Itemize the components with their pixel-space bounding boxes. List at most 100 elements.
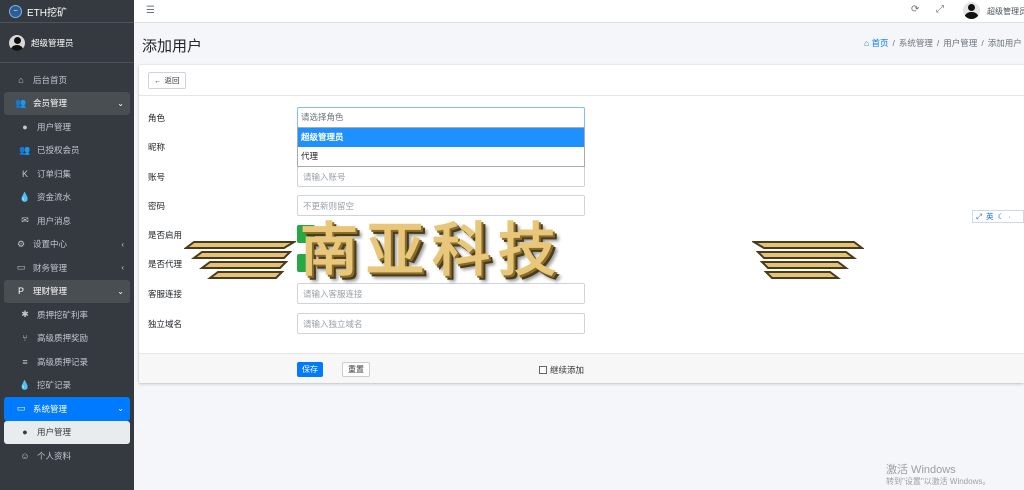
sidebar-item[interactable]: ⌂ 后台首页 bbox=[4, 68, 130, 92]
role-row: 角色 请选择角色 超级管理员 代理 bbox=[139, 107, 1024, 167]
role-label: 角色 bbox=[148, 113, 166, 123]
role-select[interactable]: 请选择角色 bbox=[297, 107, 585, 128]
back-button[interactable]: ← 返回 bbox=[148, 72, 186, 89]
account-label: 账号 bbox=[148, 172, 166, 182]
hamburger-menu-icon[interactable]: ☰ bbox=[146, 5, 155, 16]
password-row: 密码 bbox=[139, 195, 1024, 217]
smile-icon: ☺ bbox=[20, 450, 30, 461]
service-link-row: 客服连接 bbox=[139, 283, 1024, 305]
avatar bbox=[9, 34, 25, 51]
sidebar-item-label: 挖矿记录 bbox=[37, 380, 72, 391]
topbar-user-name[interactable]: 超级管理员 bbox=[987, 6, 1024, 17]
save-button[interactable]: 保存 bbox=[297, 362, 323, 377]
nickname-label: 昵称 bbox=[148, 142, 166, 152]
home-icon: ⌂ bbox=[18, 74, 24, 85]
list-icon: ≡ bbox=[22, 356, 28, 367]
content-header: 添加用户 ⌂ 首页 / 系统管理 / 用户管理 / 添加用户 bbox=[134, 23, 1024, 65]
topbar: ☰ ⟳ ⤢ 超级管理员 bbox=[134, 0, 1024, 23]
branch-icon: ⑂ bbox=[22, 333, 28, 344]
service-link-label: 客服连接 bbox=[148, 289, 183, 299]
sidebar-item[interactable]: ≡ 高级质押记录 bbox=[4, 350, 130, 374]
sidebar-item[interactable]: ⚙ 设置中心 ‹ bbox=[4, 233, 130, 257]
arrow-left-icon: ← bbox=[154, 76, 162, 85]
sidebar-item[interactable]: ● 用户管理 bbox=[4, 115, 130, 139]
sidebar-item[interactable]: ● 用户管理 bbox=[4, 420, 130, 444]
right-wing-icon bbox=[752, 241, 864, 279]
chevron-down-icon: ⌄ bbox=[117, 404, 124, 414]
fullscreen-icon[interactable]: ⤢ bbox=[936, 4, 944, 15]
sidebar-item[interactable]: 👥 已授权会员 bbox=[4, 139, 130, 163]
user-icon: ● bbox=[22, 121, 28, 132]
sidebar-item-label: 高级质押记录 bbox=[37, 356, 89, 367]
user-icon: ● bbox=[22, 427, 28, 438]
sidebar-item[interactable]: 👥 会员管理 ⌄ bbox=[4, 91, 130, 115]
continue-add-checkbox[interactable]: 继续添加 bbox=[539, 364, 584, 376]
sidebar: ~ ETH挖矿 超级管理员 ⌂ 后台首页 👥 会员管理 ⌄ ● 用户管理 👥 已授权会员 K 订单归… bbox=[0, 0, 134, 490]
role-option[interactable]: 超级管理员 bbox=[298, 128, 584, 147]
password-label: 密码 bbox=[148, 201, 166, 211]
brand-logo-icon: ~ bbox=[9, 4, 22, 18]
breadcrumb-home[interactable]: ⌂ 首页 bbox=[864, 38, 889, 48]
brand[interactable]: ~ ETH挖矿 bbox=[0, 0, 134, 23]
ime-toolbar[interactable]: ⤢ 英 ☾ · bbox=[972, 210, 1024, 223]
sidebar-item-label: 财务管理 bbox=[33, 262, 68, 273]
domain-input[interactable] bbox=[297, 313, 585, 334]
sidebar-item[interactable]: 💧 挖矿记录 bbox=[4, 374, 130, 398]
desktop-icon: ▭ bbox=[16, 403, 26, 414]
sidebar-item-label: 会员管理 bbox=[33, 98, 68, 109]
home-icon: ⌂ bbox=[864, 38, 870, 48]
sidebar-item[interactable]: ✱ 质押挖矿利率 bbox=[4, 303, 130, 327]
user-panel-name: 超级管理员 bbox=[31, 37, 74, 48]
sidebar-item[interactable]: ▭ 系统管理 ⌄ bbox=[4, 397, 130, 421]
sidebar-item[interactable]: ▭ 财务管理 ‹ bbox=[4, 256, 130, 280]
page-title: 添加用户 bbox=[142, 38, 203, 55]
account-row: 账号 bbox=[139, 166, 1024, 188]
drop-icon: 💧 bbox=[19, 191, 31, 202]
sidebar-item-label: 用户管理 bbox=[37, 121, 72, 132]
back-label: 返回 bbox=[164, 76, 180, 85]
sidebar-item[interactable]: ✉ 用户消息 bbox=[4, 209, 130, 233]
sidebar-item[interactable]: 💧 资金流水 bbox=[4, 186, 130, 210]
topbar-avatar[interactable] bbox=[963, 2, 980, 19]
role-dropdown: 超级管理员 代理 bbox=[297, 127, 585, 167]
sidebar-item-label: 高级质押奖励 bbox=[37, 333, 89, 344]
k-icon: K bbox=[21, 168, 28, 179]
moon-icon[interactable]: ☾ bbox=[998, 212, 1005, 221]
chevron-left-icon: ‹ bbox=[121, 239, 124, 249]
refresh-icon[interactable]: ⟳ bbox=[911, 4, 919, 15]
ime-expand-icon[interactable]: ⤢ bbox=[976, 212, 982, 222]
sidebar-item[interactable]: ☺ 个人资料 bbox=[4, 444, 130, 468]
drop-icon: 💧 bbox=[19, 379, 31, 390]
breadcrumb-item[interactable]: 系统管理 bbox=[899, 38, 933, 48]
breadcrumb-current: 添加用户 bbox=[987, 38, 1022, 48]
sidebar-item[interactable]: P 理财管理 ⌄ bbox=[4, 279, 130, 303]
sidebar-item[interactable]: K 订单归集 bbox=[4, 162, 130, 186]
sidebar-item-label: 质押挖矿利率 bbox=[37, 309, 89, 320]
settings-icon[interactable]: · bbox=[1008, 212, 1011, 221]
reset-button[interactable]: 重置 bbox=[342, 362, 370, 377]
enabled-label: 是否启用 bbox=[148, 230, 183, 240]
account-input[interactable] bbox=[297, 166, 585, 187]
chevron-down-icon: ⌄ bbox=[117, 98, 124, 108]
user-panel[interactable]: 超级管理员 bbox=[0, 23, 134, 63]
cogs-icon: ⚙ bbox=[16, 238, 26, 249]
windows-activate-title: 激活 Windows bbox=[886, 464, 956, 476]
breadcrumb: ⌂ 首页 / 系统管理 / 用户管理 / 添加用户 bbox=[864, 38, 1022, 48]
sidebar-item-label: 已授权会员 bbox=[37, 145, 80, 156]
sidebar-item-label: 资金流水 bbox=[37, 192, 72, 203]
card-header: ← 返回 bbox=[139, 65, 1024, 96]
role-option[interactable]: 代理 bbox=[298, 147, 584, 166]
domain-label: 独立域名 bbox=[148, 319, 183, 329]
breadcrumb-item[interactable]: 用户管理 bbox=[943, 38, 977, 48]
sidebar-item-label: 后台首页 bbox=[33, 74, 68, 85]
ime-lang[interactable]: 英 bbox=[986, 211, 994, 222]
add-user-card: ← 返回 角色 请选择角色 超级管理员 代理 昵称 账号 密码 是否启用 是否代… bbox=[139, 65, 1024, 383]
sidebar-item[interactable]: ⑂ 高级质押奖励 bbox=[4, 327, 130, 351]
chevron-left-icon: ‹ bbox=[121, 263, 124, 273]
watermark-text: 南亚科技 bbox=[300, 216, 565, 284]
sidebar-item-label: 设置中心 bbox=[33, 239, 68, 250]
card-icon: ▭ bbox=[16, 262, 26, 273]
continue-add-label: 继续添加 bbox=[550, 365, 585, 375]
domain-row: 独立域名 bbox=[139, 313, 1024, 335]
sidebar-item-label: 用户消息 bbox=[37, 215, 72, 226]
